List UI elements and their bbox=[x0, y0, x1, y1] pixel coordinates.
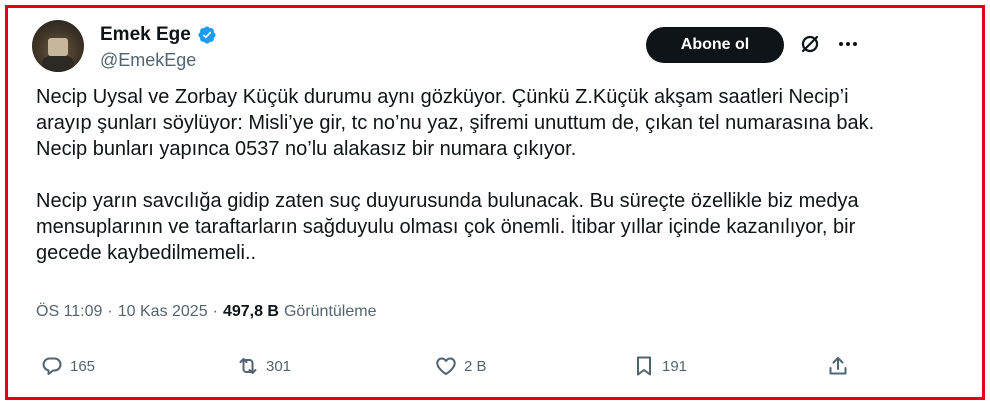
reply-icon bbox=[42, 357, 62, 375]
meta-separator: · bbox=[107, 303, 113, 320]
avatar-photo-detail bbox=[48, 38, 68, 56]
like-button[interactable]: 2 B bbox=[434, 354, 487, 378]
tweet-meta: ÖS 11:09 · 10 Kas 2025 · 497,8 B Görüntü… bbox=[36, 303, 376, 321]
heart-icon bbox=[436, 357, 456, 375]
follow-button[interactable]: Abone ol bbox=[646, 27, 784, 63]
share-icon bbox=[829, 357, 847, 375]
reply-count: 165 bbox=[70, 357, 96, 375]
bookmark-button[interactable]: 191 bbox=[632, 354, 687, 378]
verified-badge-icon bbox=[198, 26, 216, 44]
bookmark-icon bbox=[637, 356, 651, 376]
more-icon[interactable] bbox=[836, 32, 860, 56]
tweet-header: Emek Ege @EmekEge Abone ol bbox=[32, 20, 872, 80]
repost-button[interactable]: 301 bbox=[236, 354, 291, 378]
tweet-time[interactable]: ÖS 11:09 bbox=[36, 303, 102, 321]
user-handle[interactable]: @EmekEge bbox=[100, 50, 196, 71]
tweet-date[interactable]: 10 Kas 2025 bbox=[118, 303, 208, 321]
reply-button[interactable]: 165 bbox=[40, 354, 95, 378]
like-count: 2 B bbox=[464, 357, 487, 375]
tweet-text: Necip Uysal ve Zorbay Küçük durumu aynı … bbox=[36, 84, 876, 266]
avatar-photo-detail bbox=[42, 56, 74, 72]
meta-separator: · bbox=[212, 303, 218, 320]
repost-count: 301 bbox=[266, 357, 292, 375]
repost-icon bbox=[239, 358, 257, 374]
bookmark-count: 191 bbox=[662, 357, 688, 375]
views-label: Görüntüleme bbox=[283, 303, 377, 320]
action-bar: 165 301 2 B 191 bbox=[40, 354, 860, 384]
views-count: 497,8 B bbox=[222, 303, 279, 320]
grok-icon[interactable] bbox=[798, 32, 822, 56]
tweet-paragraph: Necip yarın savcılığa gidip zaten suç du… bbox=[36, 190, 859, 264]
tweet-paragraph: Necip Uysal ve Zorbay Küçük durumu aynı … bbox=[36, 86, 875, 160]
avatar[interactable] bbox=[32, 20, 84, 72]
share-button[interactable] bbox=[826, 354, 850, 378]
display-name[interactable]: Emek Ege bbox=[100, 24, 191, 46]
name-row: Emek Ege bbox=[100, 24, 217, 46]
